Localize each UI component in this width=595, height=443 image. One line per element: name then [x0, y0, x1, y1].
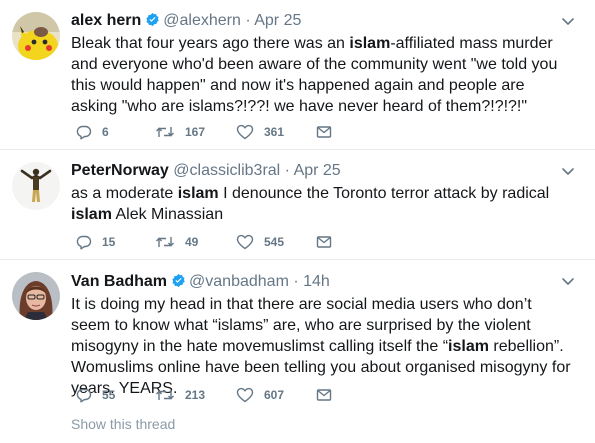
tweet-feed: alex hern @alexhern · Apr 25 Bleak that f…: [0, 0, 595, 443]
envelope-icon: [316, 387, 332, 403]
retweet-icon: [155, 234, 175, 250]
tweet-text: Bleak that four years ago there was an i…: [71, 35, 558, 115]
separator-dot: ·: [245, 12, 251, 29]
display-name[interactable]: alex hern: [71, 12, 141, 29]
verified-badge-icon: [145, 12, 160, 33]
timestamp[interactable]: Apr 25: [254, 12, 301, 29]
reply-button[interactable]: 6: [76, 122, 109, 142]
like-count: 607: [264, 388, 285, 402]
direct-message-button[interactable]: [316, 122, 332, 142]
verified-badge-icon: [171, 273, 186, 294]
chevron-down-icon[interactable]: [561, 274, 575, 288]
display-name[interactable]: Van Badham: [71, 273, 167, 290]
reply-icon: [76, 234, 92, 250]
separator-dot: ·: [284, 162, 290, 179]
timestamp[interactable]: 14h: [303, 273, 330, 290]
avatar[interactable]: [12, 12, 60, 60]
show-thread-link[interactable]: Show this thread: [71, 416, 175, 432]
reply-icon: [76, 387, 92, 403]
avatar[interactable]: [12, 162, 60, 210]
like-button[interactable]: 607: [236, 385, 284, 405]
direct-message-button[interactable]: [316, 232, 332, 252]
tweet[interactable]: PeterNorway @classiclib3ral · Apr 25 as …: [0, 150, 595, 260]
envelope-icon: [316, 234, 332, 250]
tweet[interactable]: alex hern @alexhern · Apr 25 Bleak that f…: [0, 0, 595, 150]
tweet-header: PeterNorway @classiclib3ral · Apr 25: [71, 161, 341, 181]
reply-button[interactable]: 55: [76, 385, 115, 405]
envelope-icon: [316, 124, 332, 140]
reply-icon: [76, 124, 92, 140]
display-name[interactable]: PeterNorway: [71, 162, 169, 179]
tweet-text: It is doing my head in that there are so…: [71, 296, 571, 397]
like-button[interactable]: 361: [236, 122, 284, 142]
reply-count: 55: [102, 388, 116, 402]
retweet-count: 49: [185, 235, 199, 249]
retweet-button[interactable]: 167: [155, 122, 205, 142]
user-handle[interactable]: @vanbadham: [189, 273, 289, 290]
retweet-count: 213: [185, 388, 206, 402]
retweet-button[interactable]: 49: [155, 232, 198, 252]
like-count: 361: [264, 125, 285, 139]
heart-icon: [236, 124, 254, 140]
retweet-count: 167: [185, 125, 206, 139]
retweet-button[interactable]: 213: [155, 385, 205, 405]
reply-count: 6: [102, 125, 109, 139]
user-handle[interactable]: @alexhern: [163, 12, 241, 29]
heart-icon: [236, 234, 254, 250]
tweet-text: as a moderate islam I denounce the Toron…: [71, 185, 550, 223]
chevron-down-icon[interactable]: [561, 14, 575, 28]
separator-dot: ·: [293, 273, 299, 290]
tweet[interactable]: Van Badham @vanbadham · 14h It is doing m…: [0, 260, 595, 443]
chevron-down-icon[interactable]: [561, 164, 575, 178]
retweet-icon: [155, 124, 175, 140]
like-button[interactable]: 545: [236, 232, 284, 252]
user-handle[interactable]: @classiclib3ral: [173, 162, 280, 179]
direct-message-button[interactable]: [316, 385, 332, 405]
reply-count: 15: [102, 235, 116, 249]
heart-icon: [236, 387, 254, 403]
like-count: 545: [264, 235, 285, 249]
avatar[interactable]: [12, 272, 60, 320]
timestamp[interactable]: Apr 25: [294, 162, 341, 179]
retweet-icon: [155, 387, 175, 403]
tweet-header: Van Badham @vanbadham · 14h: [71, 272, 330, 292]
tweet-header: alex hern @alexhern · Apr 25: [71, 11, 301, 31]
reply-button[interactable]: 15: [76, 232, 115, 252]
